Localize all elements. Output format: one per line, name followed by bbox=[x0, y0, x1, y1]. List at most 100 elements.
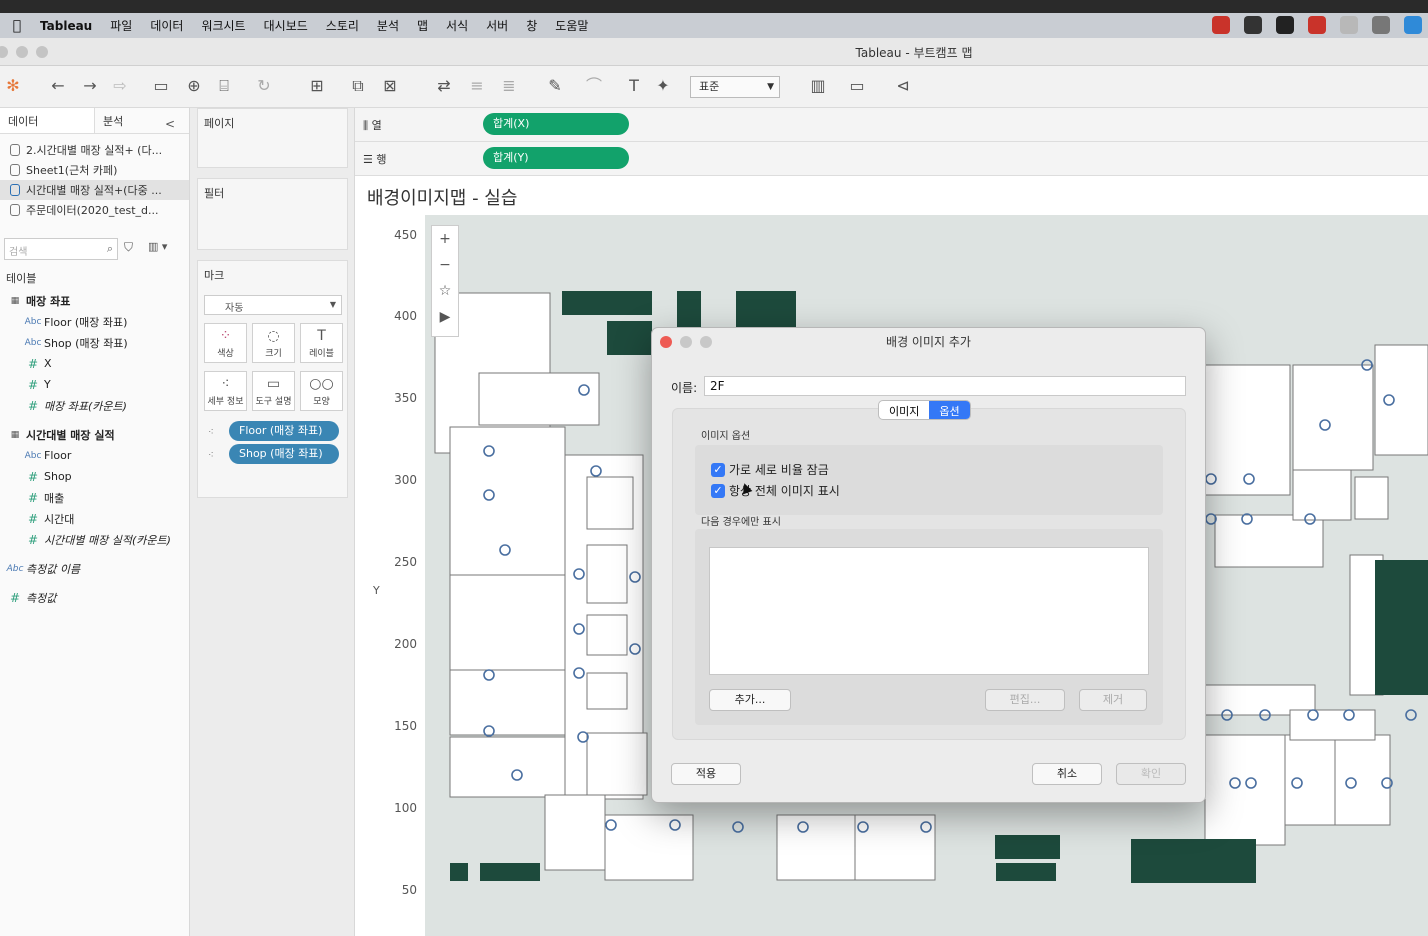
menu-story[interactable]: 스토리 bbox=[317, 17, 368, 34]
menu-app[interactable]: Tableau bbox=[34, 19, 101, 33]
lock-aspect-checkbox[interactable]: ✓ 가로 세로 비율 잠금 bbox=[711, 461, 829, 478]
tray-icon[interactable] bbox=[1212, 16, 1230, 34]
apply-button[interactable]: 적용 bbox=[671, 763, 741, 785]
swap-icon[interactable]: ⇄ bbox=[434, 76, 454, 96]
size-button[interactable]: ◌ 크기 bbox=[252, 323, 295, 363]
fit-value: 표준 bbox=[699, 80, 720, 93]
show-me-icon[interactable]: ▥ bbox=[808, 76, 828, 96]
group-icon[interactable]: ⌒ bbox=[584, 76, 604, 96]
sort-desc-icon[interactable]: ≣ bbox=[499, 76, 519, 96]
menu-data[interactable]: 데이터 bbox=[141, 17, 192, 34]
share-icon[interactable]: ⊲ bbox=[893, 76, 913, 96]
size-label: 크기 bbox=[265, 349, 282, 359]
shape-button[interactable]: ○○ 모양 bbox=[300, 371, 343, 411]
field-item[interactable]: # 매장 좌표(카운트) bbox=[0, 395, 190, 416]
map-tools-button[interactable]: ▶ bbox=[432, 304, 458, 330]
shop-pill[interactable]: Shop (매장 좌표) bbox=[229, 444, 339, 464]
clear-sheet-icon[interactable]: ⊠ bbox=[380, 76, 400, 96]
tab-options[interactable]: 옵션 bbox=[929, 401, 970, 419]
field-item[interactable]: Abc 측정값 이름 bbox=[0, 558, 190, 579]
save-icon[interactable]: ▭ bbox=[151, 76, 171, 96]
conditions-list[interactable] bbox=[709, 547, 1149, 675]
back-icon[interactable]: ← bbox=[48, 76, 68, 96]
zoom-out-button[interactable]: − bbox=[432, 252, 458, 278]
field-item[interactable]: Abc Floor bbox=[0, 445, 190, 466]
redo-icon[interactable]: ⇨ bbox=[110, 76, 130, 96]
pin-map-button[interactable]: ☆ bbox=[432, 278, 458, 304]
datasource-item-selected[interactable]: 시간대별 매장 실적+(다중 ... bbox=[0, 180, 189, 200]
menu-map[interactable]: 맵 bbox=[408, 17, 437, 34]
tray-icon[interactable] bbox=[1276, 16, 1294, 34]
field-item[interactable]: # Y bbox=[0, 374, 190, 395]
tray-icon[interactable] bbox=[1244, 16, 1262, 34]
edit-condition-button[interactable]: 편집... bbox=[985, 689, 1065, 711]
floor-pill[interactable]: Floor (매장 좌표) bbox=[229, 421, 339, 441]
field-item[interactable]: # Shop bbox=[0, 466, 190, 487]
label-icon[interactable]: T bbox=[624, 76, 644, 96]
pages-card[interactable]: 페이지 bbox=[197, 108, 348, 168]
tableau-logo-icon[interactable]: ✻ bbox=[3, 76, 23, 96]
detail-button[interactable]: ⁖ 세부 정보 bbox=[204, 371, 247, 411]
pin-icon[interactable]: ✦ bbox=[653, 76, 673, 96]
add-datasource-icon[interactable]: ⊕ bbox=[184, 76, 204, 96]
datasource-item[interactable]: 2.시간대별 매장 실적+ (다... bbox=[0, 140, 189, 160]
menu-help[interactable]: 도움말 bbox=[546, 17, 597, 34]
filter-icon[interactable]: ⛉ bbox=[124, 240, 133, 255]
field-item[interactable]: Abc Floor (매장 좌표) bbox=[0, 311, 190, 332]
name-field[interactable]: 2F bbox=[704, 376, 1186, 396]
field-item[interactable]: Abc Shop (매장 좌표) bbox=[0, 332, 190, 353]
cancel-button[interactable]: 취소 bbox=[1032, 763, 1102, 785]
label-label: 레이블 bbox=[309, 349, 334, 359]
zoom-in-button[interactable]: + bbox=[432, 226, 458, 252]
menu-window[interactable]: 창 bbox=[517, 17, 546, 34]
rows-pill[interactable]: 합계(Y) bbox=[483, 147, 629, 169]
duplicate-sheet-icon[interactable]: ⧉ bbox=[348, 76, 368, 96]
highlight-icon[interactable]: ✎ bbox=[545, 76, 565, 96]
menu-format[interactable]: 서식 bbox=[437, 17, 477, 34]
field-item[interactable]: # 측정값 bbox=[0, 587, 190, 608]
tab-data[interactable]: 데이터 bbox=[0, 108, 95, 133]
tooltip-button[interactable]: ▭ 도구 설명 bbox=[252, 371, 295, 411]
menu-file[interactable]: 파일 bbox=[101, 17, 141, 34]
sort-asc-icon[interactable]: ≡ bbox=[467, 76, 487, 96]
add-condition-button[interactable]: 추가... bbox=[709, 689, 791, 711]
menu-server[interactable]: 서버 bbox=[477, 17, 517, 34]
field-item[interactable]: # X bbox=[0, 353, 190, 374]
field-label: Shop bbox=[44, 470, 72, 483]
collapse-icon[interactable]: < bbox=[157, 112, 183, 136]
tray-icon[interactable] bbox=[1372, 16, 1390, 34]
tray-icon[interactable] bbox=[1404, 16, 1422, 34]
field-item[interactable]: # 매출 bbox=[0, 487, 190, 508]
menu-analysis[interactable]: 분석 bbox=[368, 17, 408, 34]
datasource-label: 주문데이터(2020_test_d... bbox=[26, 204, 159, 217]
tray-icon[interactable] bbox=[1308, 16, 1326, 34]
field-item[interactable]: # 시간대별 매장 실적(카운트) bbox=[0, 529, 190, 550]
field-label: Floor bbox=[44, 449, 72, 462]
refresh-icon[interactable]: ↻ bbox=[254, 76, 274, 96]
menu-worksheet[interactable]: 워크시트 bbox=[192, 17, 254, 34]
always-show-checkbox[interactable]: ✓ 항상 전체 이미지 표시 bbox=[711, 482, 840, 499]
filters-card[interactable]: 필터 bbox=[197, 178, 348, 250]
datasource-item[interactable]: 주문데이터(2020_test_d... bbox=[0, 200, 189, 220]
datasource-icon[interactable]: ⌸ bbox=[214, 76, 234, 96]
presentation-icon[interactable]: ▭ bbox=[847, 76, 867, 96]
tray-icon[interactable] bbox=[1340, 16, 1358, 34]
field-item[interactable]: # 시간대 bbox=[0, 508, 190, 529]
remove-condition-button[interactable]: 제거 bbox=[1079, 689, 1147, 711]
forward-icon[interactable]: → bbox=[80, 76, 100, 96]
new-sheet-icon[interactable]: ⊞ bbox=[307, 76, 327, 96]
table-group[interactable]: ▦ 시간대별 매장 실적 bbox=[0, 424, 190, 445]
ok-button[interactable]: 확인 bbox=[1116, 763, 1186, 785]
view-options-icon[interactable]: ▥ ▾ bbox=[148, 240, 167, 253]
menu-dashboard[interactable]: 대시보드 bbox=[255, 17, 317, 34]
apple-icon[interactable]:  bbox=[0, 18, 34, 34]
label-button[interactable]: T 레이블 bbox=[300, 323, 343, 363]
tab-image[interactable]: 이미지 bbox=[879, 401, 929, 419]
table-group[interactable]: ▦ 매장 좌표 bbox=[0, 290, 190, 311]
color-button[interactable]: ⁘ 색상 bbox=[204, 323, 247, 363]
datasource-item[interactable]: Sheet1(근처 카페) bbox=[0, 160, 189, 180]
fit-dropdown[interactable]: 표준 ▼ bbox=[690, 76, 780, 98]
search-input[interactable]: 검색 ⌕ bbox=[4, 238, 118, 260]
columns-pill[interactable]: 합계(X) bbox=[483, 113, 629, 135]
mark-type-dropdown[interactable]: 자동 ▼ bbox=[204, 295, 342, 315]
